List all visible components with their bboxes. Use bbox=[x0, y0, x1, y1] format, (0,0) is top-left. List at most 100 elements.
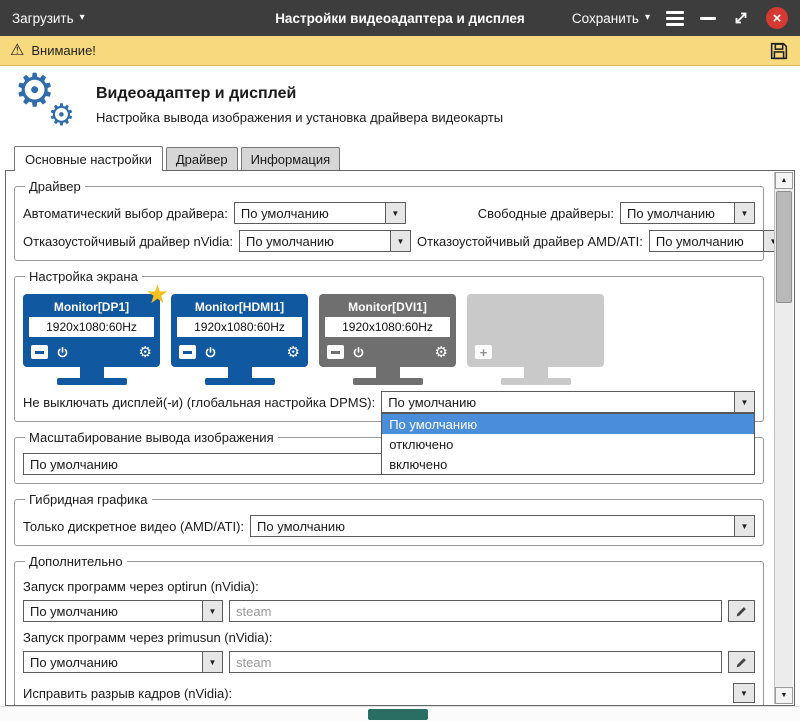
auto-driver-label: Автоматический выбор драйвера: bbox=[23, 206, 228, 221]
chevron-down-icon[interactable] bbox=[202, 601, 222, 621]
dropdown-option-default[interactable]: По умолчанию bbox=[382, 414, 754, 434]
driver-group: Драйвер Автоматический выбор драйвера: П… bbox=[14, 179, 764, 261]
free-drivers-select[interactable]: По умолчанию bbox=[620, 202, 755, 224]
scrollbar-track[interactable] bbox=[775, 189, 793, 687]
monitor-resolution: 1920x1080:60Hz bbox=[29, 317, 154, 337]
tab-driver[interactable]: Драйвер bbox=[166, 147, 238, 170]
scrollbar-thumb[interactable] bbox=[776, 191, 792, 303]
primusrun-select[interactable]: По умолчанию bbox=[23, 651, 223, 673]
page-title: Видеоадаптер и дисплей bbox=[96, 85, 503, 103]
monitor-stand bbox=[376, 367, 400, 378]
optirun-program-input[interactable] bbox=[229, 600, 722, 622]
monitor-actions: ⚙ bbox=[177, 337, 302, 363]
amd-failsafe-label: Отказоустойчивый драйвер AMD/ATI: bbox=[417, 234, 643, 249]
monitor-name bbox=[473, 297, 598, 317]
dpms-dropdown-list: По умолчанию отключено включено bbox=[381, 413, 755, 475]
free-drivers-label: Свободные драйверы: bbox=[478, 206, 614, 221]
monitor-base bbox=[501, 378, 571, 385]
discrete-video-label: Только дискретное видео (AMD/ATI): bbox=[23, 519, 244, 534]
dpms-combo-wrap: По умолчанию По умолчанию отключено вклю… bbox=[381, 391, 755, 413]
caret-down-icon: ▾ bbox=[645, 13, 650, 23]
chevron-down-icon[interactable] bbox=[202, 652, 222, 672]
save-menu-button[interactable]: Сохранить ▾ bbox=[572, 11, 650, 26]
chevron-down-icon[interactable] bbox=[734, 203, 754, 223]
tab-main-settings[interactable]: Основные настройки bbox=[14, 146, 163, 171]
power-icon[interactable] bbox=[352, 346, 365, 359]
gear-icon: ⚙ bbox=[48, 101, 75, 131]
load-menu-button[interactable]: Загрузить ▾ bbox=[12, 11, 85, 26]
monitor-resolution bbox=[473, 317, 598, 337]
monitor-stand bbox=[80, 367, 104, 378]
dropdown-option-on[interactable]: включено bbox=[382, 454, 754, 474]
monitor-empty-slot[interactable]: + bbox=[467, 294, 604, 385]
scaling-group-legend: Масштабирование вывода изображения bbox=[25, 430, 278, 445]
gears-icon: ⚙ ⚙ bbox=[12, 73, 82, 137]
warning-text: Внимание! bbox=[31, 43, 96, 58]
chevron-down-icon[interactable] bbox=[390, 231, 410, 251]
monitor-settings-gear-icon[interactable]: ⚙ bbox=[287, 345, 300, 360]
tearing-collapse-button[interactable] bbox=[733, 683, 755, 703]
amd-failsafe-select[interactable]: По умолчанию bbox=[649, 230, 784, 252]
add-monitor-button[interactable]: + bbox=[475, 345, 492, 359]
combo-value: По умолчанию bbox=[650, 231, 763, 251]
dpms-select[interactable]: По умолчанию bbox=[381, 391, 755, 413]
power-icon[interactable] bbox=[56, 346, 69, 359]
monitor-stand bbox=[524, 367, 548, 378]
minus-icon bbox=[183, 351, 192, 354]
tab-information[interactable]: Информация bbox=[241, 147, 341, 170]
dropdown-option-off[interactable]: отключено bbox=[382, 434, 754, 454]
disable-monitor-button[interactable] bbox=[179, 345, 196, 359]
scroll-down-icon[interactable] bbox=[775, 687, 793, 704]
maximize-icon[interactable] bbox=[732, 9, 750, 27]
monitor-base bbox=[205, 378, 275, 385]
edit-pencil-icon[interactable] bbox=[728, 651, 755, 673]
combo-value: По умолчанию bbox=[24, 652, 202, 672]
warning-icon: ⚠ bbox=[10, 43, 24, 59]
edit-pencil-icon[interactable] bbox=[728, 600, 755, 622]
monitor-screen: Monitor[DVI1] 1920x1080:60Hz ⚙ bbox=[319, 294, 456, 367]
horizontal-scrollbar[interactable] bbox=[0, 706, 800, 721]
optirun-select[interactable]: По умолчанию bbox=[23, 600, 223, 622]
caret-down-icon: ▾ bbox=[80, 13, 85, 23]
primusrun-program-input[interactable] bbox=[229, 651, 722, 673]
menu-icon[interactable] bbox=[666, 11, 684, 26]
save-menu-label: Сохранить bbox=[572, 11, 639, 26]
monitor-list: ★ Monitor[DP1] 1920x1080:60Hz bbox=[23, 294, 755, 385]
dpms-label: Не выключать дисплей(-и) (глобальная нас… bbox=[23, 395, 375, 410]
disable-monitor-button[interactable] bbox=[31, 345, 48, 359]
chevron-down-icon[interactable] bbox=[385, 203, 405, 223]
combo-value: По умолчанию bbox=[251, 516, 734, 536]
screen-group: Настройка экрана ★ Monitor[DP1] 1920x108… bbox=[14, 269, 764, 422]
monitor-name: Monitor[DVI1] bbox=[325, 297, 450, 317]
auto-driver-select[interactable]: По умолчанию bbox=[234, 202, 406, 224]
close-icon[interactable]: × bbox=[766, 7, 788, 29]
page-subtitle: Настройка вывода изображения и установка… bbox=[96, 110, 503, 125]
settings-panel: Драйвер Автоматический выбор драйвера: П… bbox=[5, 170, 795, 706]
monitor-dp1[interactable]: ★ Monitor[DP1] 1920x1080:60Hz bbox=[23, 294, 160, 385]
minimize-icon[interactable] bbox=[700, 17, 716, 20]
combo-value: По умолчанию bbox=[382, 392, 734, 412]
discrete-video-select[interactable]: По умолчанию bbox=[250, 515, 755, 537]
monitor-name: Monitor[HDMI1] bbox=[177, 297, 302, 317]
monitor-hdmi1[interactable]: Monitor[HDMI1] 1920x1080:60Hz ⚙ bbox=[171, 294, 308, 385]
chevron-down-icon[interactable] bbox=[734, 516, 754, 536]
scroll-up-icon[interactable] bbox=[775, 172, 793, 189]
nvidia-failsafe-select[interactable]: По умолчанию bbox=[239, 230, 411, 252]
save-icon[interactable] bbox=[768, 40, 790, 62]
titlebar: Загрузить ▾ Настройки видеоадаптера и ди… bbox=[0, 0, 800, 36]
tearing-label: Исправить разрыв кадров (nVidia): bbox=[23, 686, 232, 701]
scrollbar-thumb[interactable] bbox=[368, 709, 428, 720]
power-icon[interactable] bbox=[204, 346, 217, 359]
monitor-screen: Monitor[DP1] 1920x1080:60Hz ⚙ bbox=[23, 294, 160, 367]
primusrun-label: Запуск программ через primusun (nVidia): bbox=[23, 630, 755, 645]
chevron-down-icon[interactable] bbox=[734, 392, 754, 412]
disable-monitor-button[interactable] bbox=[327, 345, 344, 359]
monitor-settings-gear-icon[interactable]: ⚙ bbox=[435, 345, 448, 360]
monitor-name: Monitor[DP1] bbox=[29, 297, 154, 317]
combo-value: По умолчанию bbox=[235, 203, 385, 223]
monitor-settings-gear-icon[interactable]: ⚙ bbox=[139, 345, 152, 360]
monitor-actions: + bbox=[473, 337, 598, 363]
monitor-dvi1[interactable]: Monitor[DVI1] 1920x1080:60Hz ⚙ bbox=[319, 294, 456, 385]
vertical-scrollbar[interactable] bbox=[774, 172, 793, 704]
combo-value: По умолчанию bbox=[240, 231, 390, 251]
